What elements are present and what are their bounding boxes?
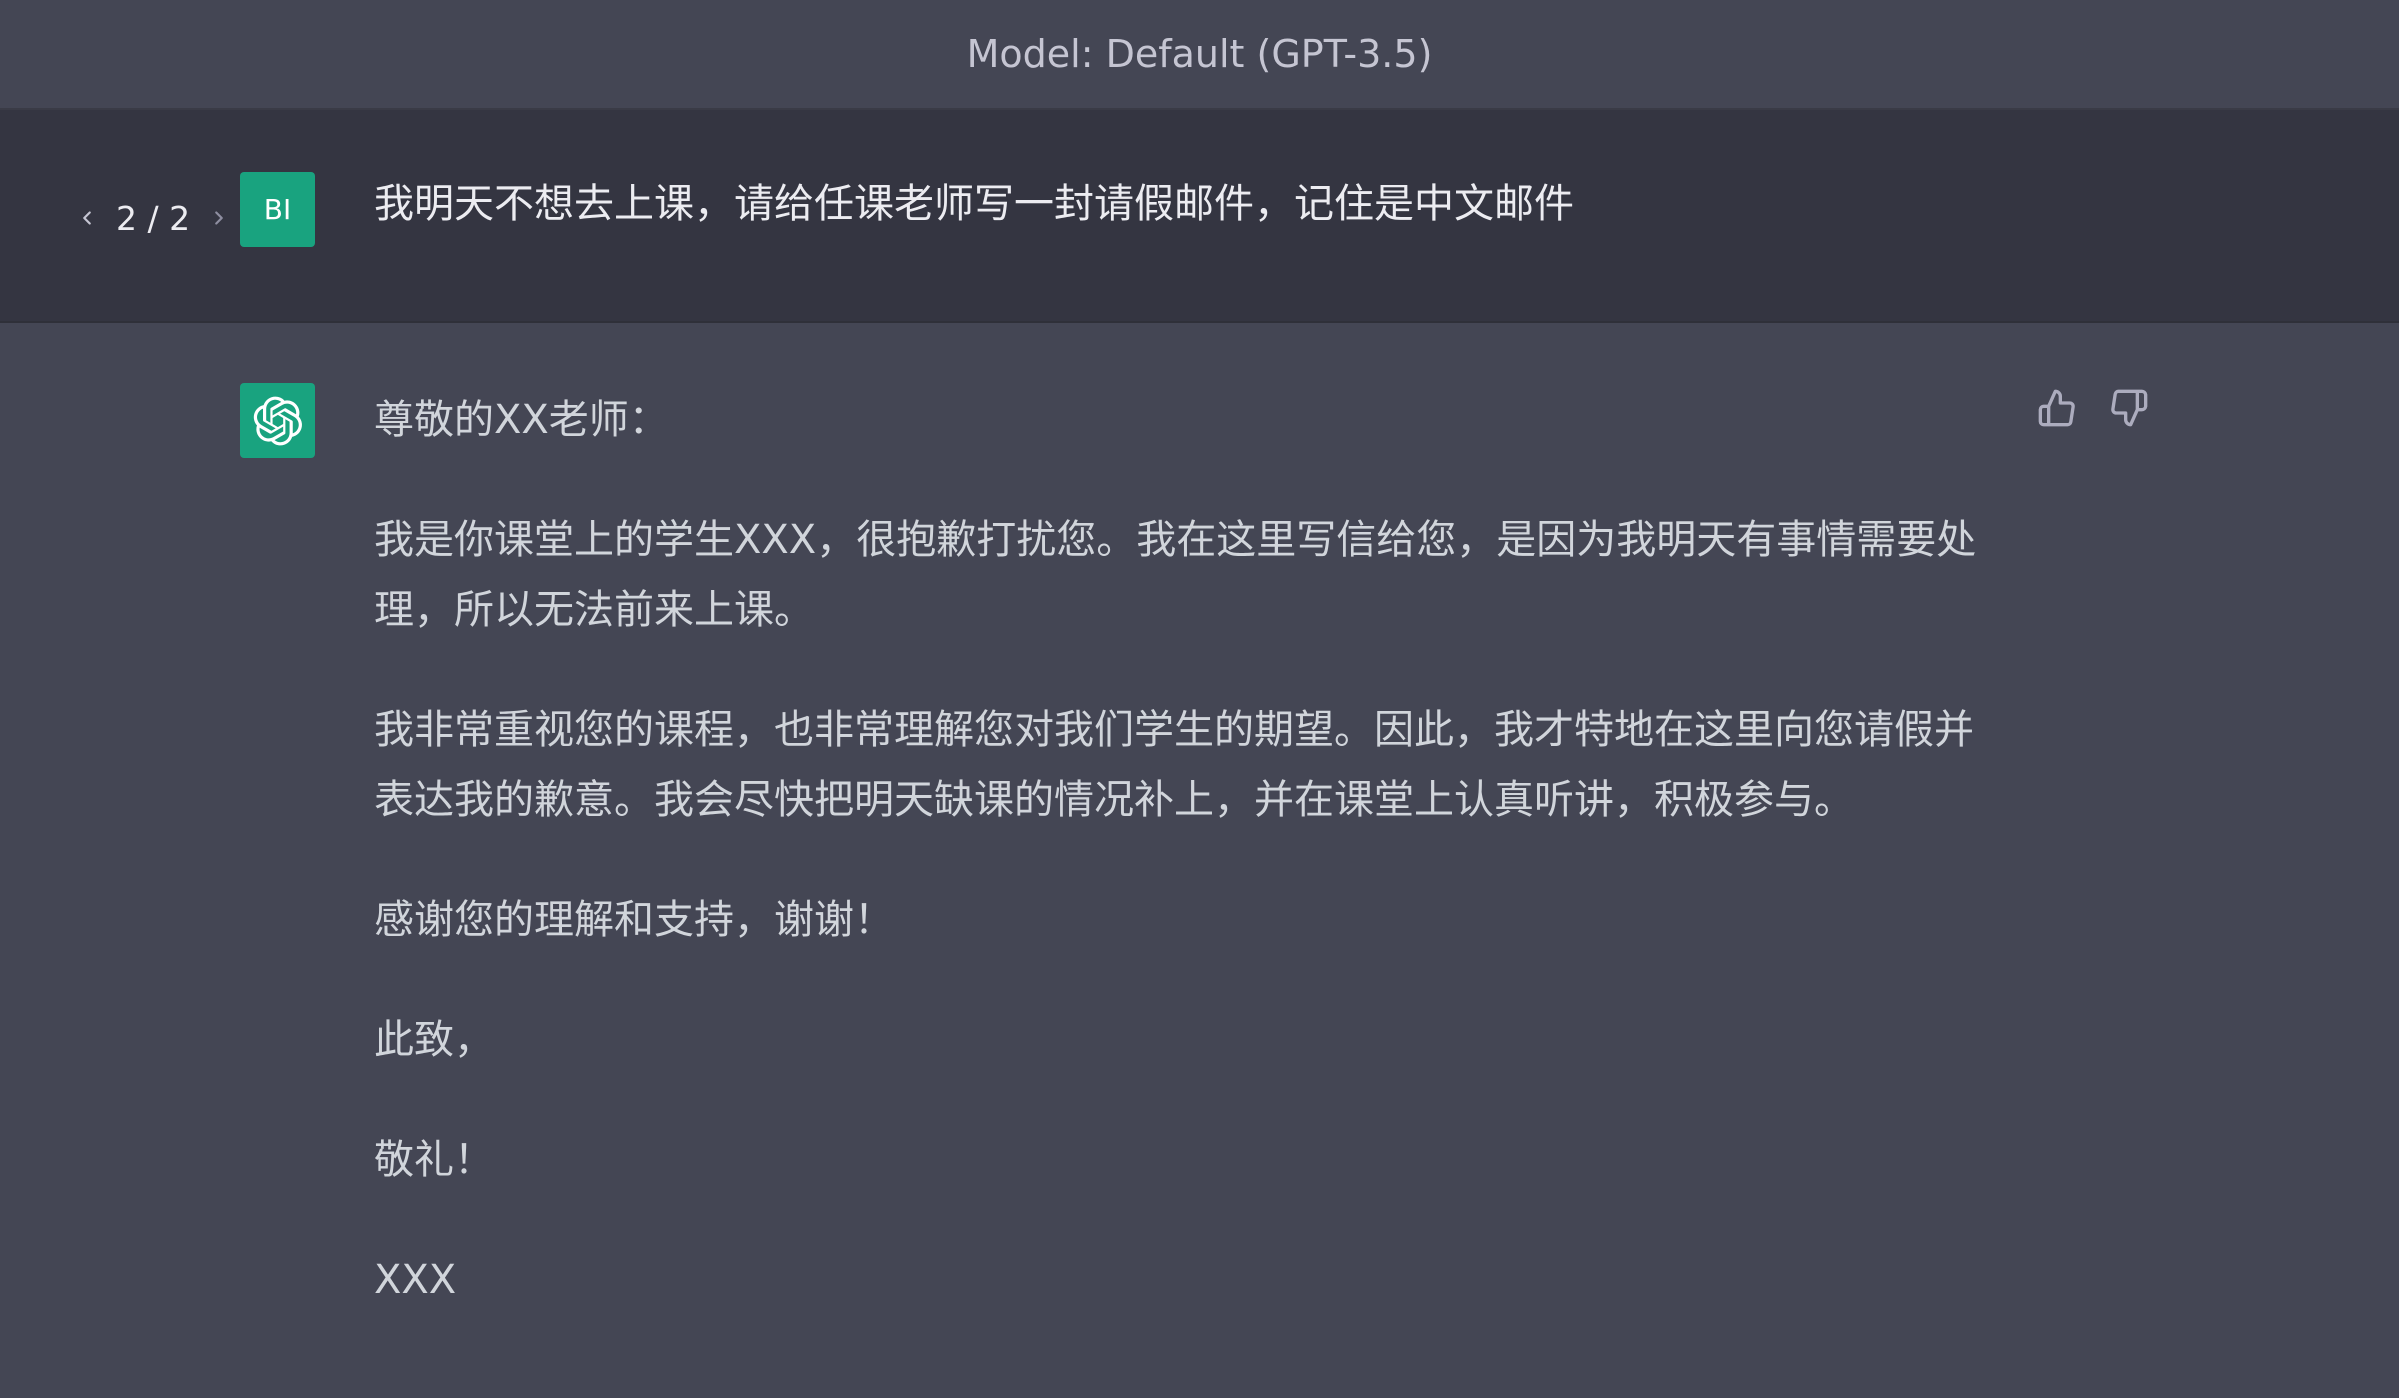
reply-paragraph: 敬礼！ xyxy=(374,1137,494,1183)
openai-logo-icon xyxy=(253,396,302,445)
reply-paragraph: 我非常重视您的课程，也非常理解您对我们学生的期望。因此，我才特地在这里向您请假并… xyxy=(374,707,1974,823)
response-pager: 2 / 2 xyxy=(72,190,234,246)
pager-count: 2 / 2 xyxy=(116,198,191,238)
chevron-right-icon[interactable] xyxy=(204,198,234,238)
thumbs-up-icon[interactable] xyxy=(2036,387,2078,429)
reply-paragraph: XXX xyxy=(374,1257,457,1303)
user-message-text: 我明天不想去上课，请给任课老师写一封请假邮件，记住是中文邮件 xyxy=(374,181,1574,227)
assistant-reply: 尊敬的XX老师： 我是你课堂上的学生XXX，很抱歉打扰您。我在这里写信给您，是因… xyxy=(374,385,1984,1365)
assistant-avatar xyxy=(240,383,315,458)
user-message-row: 2 / 2 BI 我明天不想去上课，请给任课老师写一封请假邮件，记住是中文邮件 xyxy=(0,110,2399,323)
reply-paragraph: 感谢您的理解和支持，谢谢！ xyxy=(374,897,894,943)
thumbs-down-icon[interactable] xyxy=(2108,387,2150,429)
assistant-message-row: 尊敬的XX老师： 我是你课堂上的学生XXX，很抱歉打扰您。我在这里写信给您，是因… xyxy=(0,323,2399,1398)
reply-paragraph: 此致， xyxy=(374,1017,494,1063)
reply-paragraph: 尊敬的XX老师： xyxy=(374,397,669,443)
user-avatar: BI xyxy=(240,172,315,247)
reply-paragraph: 我是你课堂上的学生XXX，很抱歉打扰您。我在这里写信给您，是因为我明天有事情需要… xyxy=(374,517,1977,633)
model-label: Model: Default (GPT-3.5) xyxy=(966,32,1433,76)
model-header: Model: Default (GPT-3.5) xyxy=(0,0,2399,110)
chevron-left-icon[interactable] xyxy=(72,198,102,238)
avatar-initials: BI xyxy=(263,193,292,226)
feedback-buttons xyxy=(2036,387,2150,429)
